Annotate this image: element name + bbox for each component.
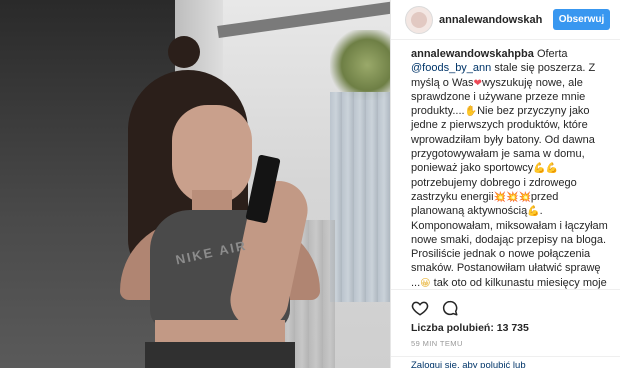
post-header: annalewandowskah Obserwuj [391, 0, 620, 40]
caption-scroll-area[interactable]: annalewandowskahpba Oferta @foods_by_ann… [391, 41, 620, 290]
caption-emoji-icon: 💥💥💥 [493, 191, 531, 203]
photo-person [110, 30, 340, 368]
caption-text-segment: tak oto od kilkunastu miesięcy moje auto… [433, 276, 607, 289]
caption-emoji-icon: ❤ [473, 77, 482, 89]
follow-button[interactable]: Obserwuj [553, 9, 610, 30]
caption-emoji-icon: 💪 [533, 163, 546, 175]
heart-outline-icon[interactable] [411, 299, 429, 317]
login-prompt: Zaloguj się, aby polubić lub [391, 356, 620, 368]
comment-bubble-icon[interactable] [441, 299, 459, 317]
login-prompt-text[interactable]: Zaloguj się, aby polubić lub [411, 360, 526, 368]
caption-text-segment: Oferta [536, 48, 568, 60]
post-timestamp: 59 MIN TEMU [411, 339, 463, 348]
caption-text: Oferta @foods_by_ann stale się poszerza.… [411, 48, 608, 289]
person-pants [145, 342, 295, 368]
likes-count[interactable]: Liczba polubień: 13 735 [411, 322, 529, 334]
caption-emoji-icon: 😀 [420, 277, 431, 289]
caption-emoji-icon: 💪 [527, 206, 540, 218]
avatar[interactable] [405, 6, 433, 34]
post-caption: annalewandowskahpba Oferta @foods_by_ann… [391, 41, 620, 289]
caption-emoji-icon: ✋ [464, 106, 478, 118]
caption-mention-link[interactable]: @foods_by_ann [411, 62, 491, 74]
header-username[interactable]: annalewandowskah [439, 14, 551, 26]
caption-username[interactable]: annalewandowskahpba [411, 48, 534, 60]
post-photo[interactable]: NIKE AIR [0, 0, 390, 368]
person-hair-bun [168, 36, 200, 68]
avatar-image [411, 12, 427, 28]
caption-emoji-icon: 💪 [545, 163, 559, 175]
